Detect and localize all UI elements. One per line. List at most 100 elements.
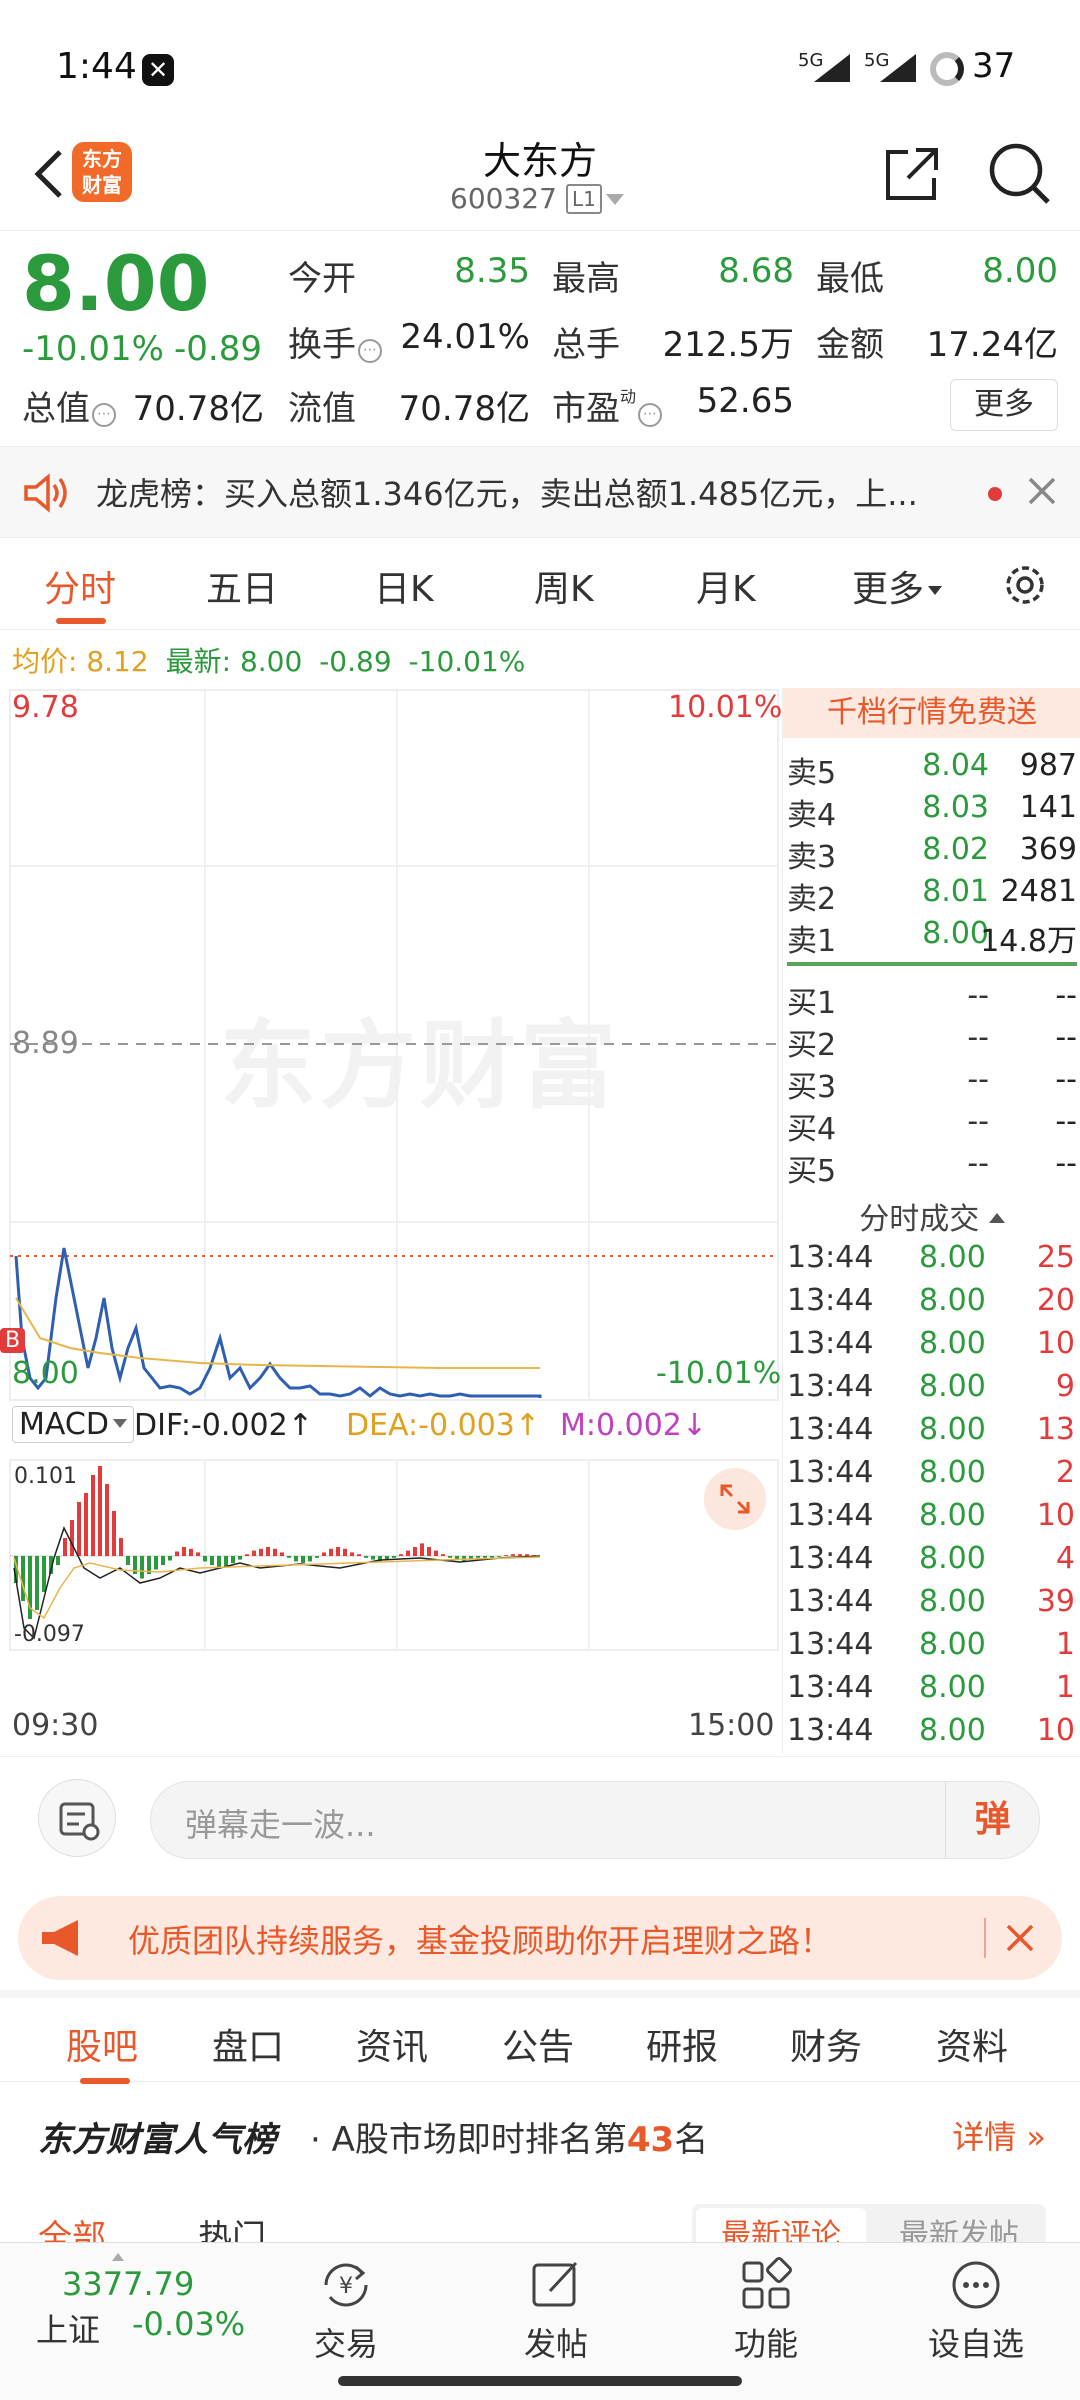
macd-bar	[364, 1556, 368, 1558]
macd-dif: DIF:-0.002↑	[134, 1408, 313, 1443]
tab-more[interactable]: 更多	[852, 560, 943, 612]
tab-five-day[interactable]: 五日	[206, 560, 278, 612]
tick-volume: 10	[1036, 1713, 1075, 1748]
index-value[interactable]: 3377.79	[62, 2265, 194, 2303]
tab-intraday[interactable]: 分时	[44, 560, 116, 612]
bid-price: --	[967, 978, 989, 1013]
index-name[interactable]: 上证	[36, 2305, 100, 2351]
ask-row[interactable]: 卖4 8.03 141	[783, 790, 1080, 833]
ask-row[interactable]: 卖1 8.00 14.8万	[783, 916, 1080, 959]
share-icon[interactable]	[880, 142, 944, 206]
macd-bar	[483, 1556, 487, 1558]
tab-news[interactable]: 资讯	[356, 2018, 428, 2070]
filter-all[interactable]: 全部	[38, 2210, 106, 2242]
buy-marker[interactable]: B	[0, 1328, 26, 1353]
order-book: 千档行情免费送 卖5 8.04 987 卖4 8.03 141 卖3 8.02 369 卖2 8.0…	[782, 688, 1080, 1754]
bid-row[interactable]: 买4 -- --	[783, 1104, 1080, 1147]
bid-row[interactable]: 买1 -- --	[783, 978, 1080, 1021]
nav-functions[interactable]: 功能	[706, 2255, 826, 2365]
more-button[interactable]: 更多	[950, 379, 1058, 431]
tab-guba[interactable]: 股吧	[66, 2018, 138, 2070]
bid-price: --	[967, 1104, 989, 1139]
danmaku-send-button[interactable]: 弹	[945, 1782, 1039, 1858]
tab-finance[interactable]: 财务	[790, 2018, 862, 2070]
index-percent[interactable]: -0.03%	[132, 2305, 245, 2343]
tab-announcements[interactable]: 公告	[502, 2018, 574, 2070]
chart-bottom-percent: -10.01%	[656, 1356, 782, 1391]
tick-price: 8.00	[919, 1240, 986, 1275]
macd-bar	[56, 1556, 60, 1565]
chevron-down-icon[interactable]	[606, 194, 624, 205]
expand-icon[interactable]	[704, 1468, 766, 1530]
level2-promo[interactable]: 千档行情免费送	[783, 688, 1080, 738]
tab-weekly-k[interactable]: 周K	[534, 560, 594, 612]
stock-code[interactable]: 600327	[450, 182, 557, 215]
danmaku-input[interactable]: 弹幕走一波... 弹	[150, 1781, 1040, 1859]
info-icon[interactable]: ⋯	[92, 403, 116, 427]
macd-bar	[35, 1556, 39, 1610]
last-price: 8.00	[22, 239, 210, 328]
gear-icon[interactable]	[1000, 560, 1050, 610]
indicator-select[interactable]: MACD	[12, 1406, 134, 1443]
nav-watchlist[interactable]: 设自选	[916, 2255, 1036, 2365]
close-icon[interactable]	[1002, 1920, 1038, 1956]
macd-bar	[238, 1556, 242, 1560]
tab-profile[interactable]: 资料	[936, 2018, 1008, 2070]
ask-row[interactable]: 卖3 8.02 369	[783, 832, 1080, 875]
status-time: 1:44	[56, 46, 137, 87]
popularity-ranking[interactable]: 东方财富人气榜 · A股市场即时排名第43名 详情 »	[0, 2082, 1080, 2182]
macd-bar	[427, 1547, 431, 1556]
nav-watchlist-label: 设自选	[927, 2325, 1024, 2363]
low-value: 8.00	[982, 251, 1058, 291]
tick-volume: 1	[1055, 1627, 1075, 1662]
dragon-tiger-banner[interactable]: 龙虎榜：买入总额1.346亿元，卖出总额1.485亿元，上...	[0, 446, 1080, 538]
bid-price: --	[967, 1062, 989, 1097]
danmaku-bar: 弹幕走一波... 弹	[0, 1756, 1080, 1876]
ask-row[interactable]: 卖5 8.04 987	[783, 748, 1080, 791]
tab-monthly-k[interactable]: 月K	[696, 560, 756, 612]
ad-banner[interactable]: 优质团队持续服务，基金投顾助你开启理财之路！	[18, 1896, 1062, 1980]
macd-m: M:0.002↓	[560, 1408, 708, 1443]
macd-bottom-value: -0.097	[14, 1622, 85, 1647]
popularity-detail-link[interactable]: 详情 »	[952, 2112, 1046, 2158]
macd-bar	[329, 1548, 333, 1556]
sort-latest-post[interactable]: 最新发帖	[876, 2208, 1042, 2242]
tick-row: 13:44 8.00 13	[783, 1412, 1080, 1454]
info-icon[interactable]: ⋯	[638, 403, 663, 427]
nav-post[interactable]: 发帖	[496, 2255, 616, 2365]
tick-time: 13:44	[787, 1713, 874, 1748]
ask-volume: 141	[1019, 790, 1077, 825]
bid-row[interactable]: 买5 -- --	[783, 1146, 1080, 1189]
bid-row[interactable]: 买2 -- --	[783, 1020, 1080, 1063]
sort-latest-comment[interactable]: 最新评论	[696, 2208, 866, 2242]
tick-time: 13:44	[787, 1412, 874, 1447]
info-icon[interactable]: ⋯	[358, 339, 382, 363]
danmaku-settings-icon[interactable]	[38, 1779, 116, 1857]
macd-bar	[154, 1556, 158, 1570]
tick-row: 13:44 8.00 4	[783, 1541, 1080, 1583]
chevron-up-icon[interactable]	[112, 2253, 124, 2261]
nav-trade[interactable]: ¥ 交易	[286, 2255, 406, 2365]
tab-daily-k[interactable]: 日K	[374, 560, 434, 612]
ask-row[interactable]: 卖2 8.01 2481	[783, 874, 1080, 917]
tab-pankou[interactable]: 盘口	[212, 2018, 284, 2070]
tab-research[interactable]: 研报	[646, 2018, 718, 2070]
macd-bar	[448, 1556, 452, 1558]
nav-functions-label: 功能	[733, 2325, 798, 2363]
tick-volume: 1	[1055, 1670, 1075, 1705]
close-icon[interactable]	[1024, 473, 1060, 509]
edit-icon	[532, 2261, 578, 2307]
intraday-chart[interactable]: 东方财富 9.78 10.01% 8.89 B 8.00 -10.01% MAC…	[0, 688, 782, 1754]
search-icon[interactable]	[986, 140, 1052, 206]
macd-bar	[420, 1543, 424, 1556]
filter-hot[interactable]: 热门	[198, 2210, 266, 2242]
x-app-icon: ✕	[142, 54, 174, 86]
bid-row[interactable]: 买3 -- --	[783, 1062, 1080, 1105]
ticks-header[interactable]: 分时成交	[783, 1194, 1080, 1238]
amount-value: 17.24亿	[926, 325, 1058, 365]
popularity-brand: 东方财富人气榜	[38, 2120, 276, 2160]
macd-bar	[308, 1556, 312, 1562]
macd-bar	[406, 1550, 410, 1556]
home-indicator[interactable]	[338, 2376, 742, 2386]
bid-label: 买5	[787, 1154, 837, 1189]
